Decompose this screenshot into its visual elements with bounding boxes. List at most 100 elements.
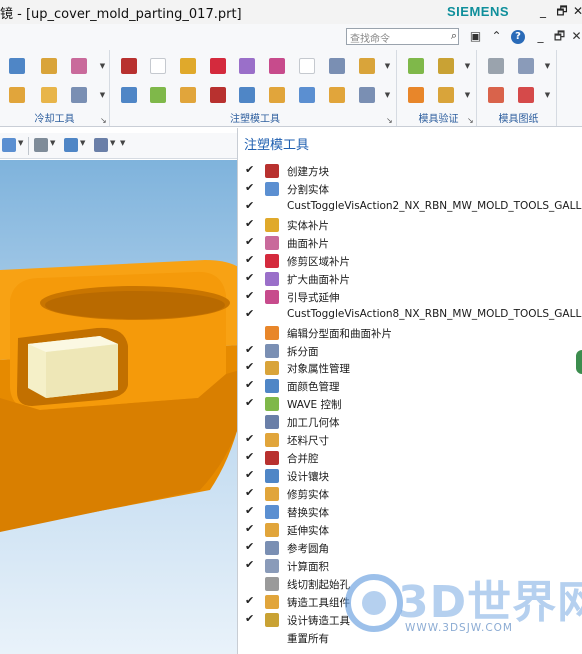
search-icon[interactable]: ⌕ xyxy=(451,29,457,43)
menu-item[interactable]: ✔ CustToggleVisAction2_NX_RBN_MW_MOLD_TOO… xyxy=(238,198,582,216)
cooling-fitting-icon[interactable] xyxy=(38,84,60,106)
command-search-input[interactable]: 查找命令 ⌕ xyxy=(346,28,459,45)
doc-restore-button[interactable]: 🗗 xyxy=(551,28,568,45)
create-box-icon[interactable] xyxy=(118,55,140,77)
menu-item-label: 线切割起始孔 xyxy=(287,578,350,591)
trim-region-patch-icon xyxy=(265,253,279,268)
menu-item-label: 拆分面 xyxy=(287,345,319,358)
trim-body-icon[interactable] xyxy=(266,84,288,106)
menu-item-label: 替换实体 xyxy=(287,507,329,520)
chevron-down-icon[interactable]: ▼ xyxy=(544,55,551,77)
chevron-down-icon[interactable]: ▼ xyxy=(18,139,23,147)
menu-item-label: 面颜色管理 xyxy=(287,381,340,394)
auto-dimension-icon[interactable] xyxy=(515,84,537,106)
cooling-connect-icon[interactable] xyxy=(68,55,90,77)
chevron-down-icon[interactable]: ▼ xyxy=(384,55,391,77)
mold-design-validation-icon[interactable] xyxy=(405,84,427,106)
chevron-down-icon[interactable]: ▼ xyxy=(110,139,115,147)
menu-item[interactable]: ✔ 引导式延伸 xyxy=(238,288,582,306)
close-button[interactable]: ✕ xyxy=(569,2,582,20)
check-regions-icon[interactable] xyxy=(405,55,427,77)
group-label: 冷却工具 xyxy=(34,114,75,125)
visibility-icon[interactable] xyxy=(94,138,108,152)
assembly-drawing-icon[interactable] xyxy=(485,55,507,77)
chevron-down-icon[interactable]: ▼ xyxy=(99,55,106,77)
group-label: 注塑模工具 xyxy=(230,114,280,125)
cooling-plug-icon[interactable] xyxy=(6,84,28,106)
surface-patch-icon xyxy=(265,235,279,250)
menu-item[interactable]: ✔ 延伸实体 xyxy=(238,521,582,539)
menu-item[interactable]: ✔ 合并腔 xyxy=(238,449,582,467)
menu-item[interactable]: ✔ 面颜色管理 xyxy=(238,377,582,395)
mold-part-model[interactable] xyxy=(0,160,240,654)
chevron-down-icon[interactable]: ▼ xyxy=(384,84,391,106)
cooling-baffle-icon[interactable] xyxy=(68,84,90,106)
create-box-icon xyxy=(265,164,279,178)
object-attribute-icon[interactable] xyxy=(356,55,378,77)
resource-bar-handle[interactable] xyxy=(576,350,582,374)
merge-cavity-icon[interactable] xyxy=(207,84,229,106)
minimize-button[interactable]: _ xyxy=(534,2,552,20)
group-expand-icon[interactable]: ↘ xyxy=(386,116,394,125)
reference-blend-icon[interactable] xyxy=(356,84,378,106)
design-insert-icon[interactable] xyxy=(236,84,258,106)
chevron-down-icon[interactable]: ▼ xyxy=(120,139,125,147)
group-expand-icon[interactable]: ↘ xyxy=(100,116,108,125)
parting-check-icon[interactable] xyxy=(435,55,457,77)
render-style-icon[interactable] xyxy=(34,138,48,152)
solid-patch-icon[interactable] xyxy=(177,55,199,77)
collapse-ribbon-icon[interactable]: ⌃ xyxy=(488,28,505,45)
cooling-path-icon[interactable] xyxy=(38,55,60,77)
menu-item[interactable]: ✔ WAVE 控制 xyxy=(238,395,582,413)
menu-item[interactable]: ✔ 曲面补片 xyxy=(238,234,582,252)
wave-control-icon[interactable] xyxy=(147,84,169,106)
ribbon-options-icon[interactable]: ▣ xyxy=(467,28,484,45)
doc-minimize-button[interactable]: _ xyxy=(532,28,549,45)
menu-item[interactable]: ✔ 扩大曲面补片 xyxy=(238,270,582,288)
chevron-down-icon[interactable]: ▼ xyxy=(544,84,551,106)
menu-item[interactable]: ✔ 实体补片 xyxy=(238,216,582,234)
menu-item[interactable]: ✔ 修剪实体 xyxy=(238,485,582,503)
face-color-icon[interactable] xyxy=(118,84,140,106)
enlarge-surface-icon[interactable] xyxy=(236,55,258,77)
doc-close-button[interactable]: ✕ xyxy=(568,28,582,45)
menu-item[interactable]: ✔ 坯料尺寸 xyxy=(238,431,582,449)
stock-size-icon[interactable] xyxy=(177,84,199,106)
extend-body-icon[interactable] xyxy=(326,84,348,106)
menu-item[interactable]: ✔ 设计镶块 xyxy=(238,467,582,485)
checkmark-icon: ✔ xyxy=(245,522,255,535)
menu-item[interactable]: ✔ 创建方块 xyxy=(238,162,582,180)
draft-analysis-icon[interactable] xyxy=(435,84,457,106)
menu-item[interactable]: ✔ 拆分面 xyxy=(238,342,582,360)
menu-item[interactable]: ✔ 分割实体 xyxy=(238,180,582,198)
checkmark-icon: ✔ xyxy=(245,216,255,230)
chevron-down-icon[interactable]: ▼ xyxy=(80,139,85,147)
cooling-channel-icon[interactable] xyxy=(6,55,28,77)
snap-filter-icon[interactable] xyxy=(2,138,16,152)
menu-item[interactable]: 编辑分型面和曲面补片 xyxy=(238,324,582,342)
checkmark-icon: ✔ xyxy=(245,270,255,284)
calculate-area-icon xyxy=(265,558,279,573)
menu-item[interactable]: ✔ 修剪区域补片 xyxy=(238,252,582,270)
trim-region-patch-icon[interactable] xyxy=(207,55,229,77)
chevron-down-icon[interactable]: ▼ xyxy=(464,84,471,106)
help-icon[interactable]: ? xyxy=(511,30,525,44)
chevron-down-icon[interactable]: ▼ xyxy=(99,84,106,106)
menu-item[interactable]: ✔ 替换实体 xyxy=(238,503,582,521)
guided-extension-icon[interactable] xyxy=(266,55,288,77)
menu-item[interactable]: ✔ CustToggleVisAction8_NX_RBN_MW_MOLD_TOO… xyxy=(238,306,582,324)
chevron-down-icon[interactable]: ▼ xyxy=(50,139,55,147)
group-expand-icon[interactable]: ↘ xyxy=(467,116,475,125)
wire-start-hole-icon xyxy=(265,576,279,591)
divide-face-icon[interactable] xyxy=(326,55,348,77)
menu-item-label: 扩大曲面补片 xyxy=(287,273,350,286)
graphics-viewport[interactable] xyxy=(0,160,240,654)
component-drawing-icon[interactable] xyxy=(515,55,537,77)
shaded-view-icon[interactable] xyxy=(64,138,78,152)
menu-item[interactable]: ✔ 对象属性管理 xyxy=(238,359,582,377)
chevron-down-icon[interactable]: ▼ xyxy=(464,55,471,77)
menu-item[interactable]: ✔ 参考圆角 xyxy=(238,539,582,557)
replace-body-icon[interactable] xyxy=(296,84,318,106)
menu-item[interactable]: 加工几何体 xyxy=(238,413,582,431)
hole-table-icon[interactable] xyxy=(485,84,507,106)
